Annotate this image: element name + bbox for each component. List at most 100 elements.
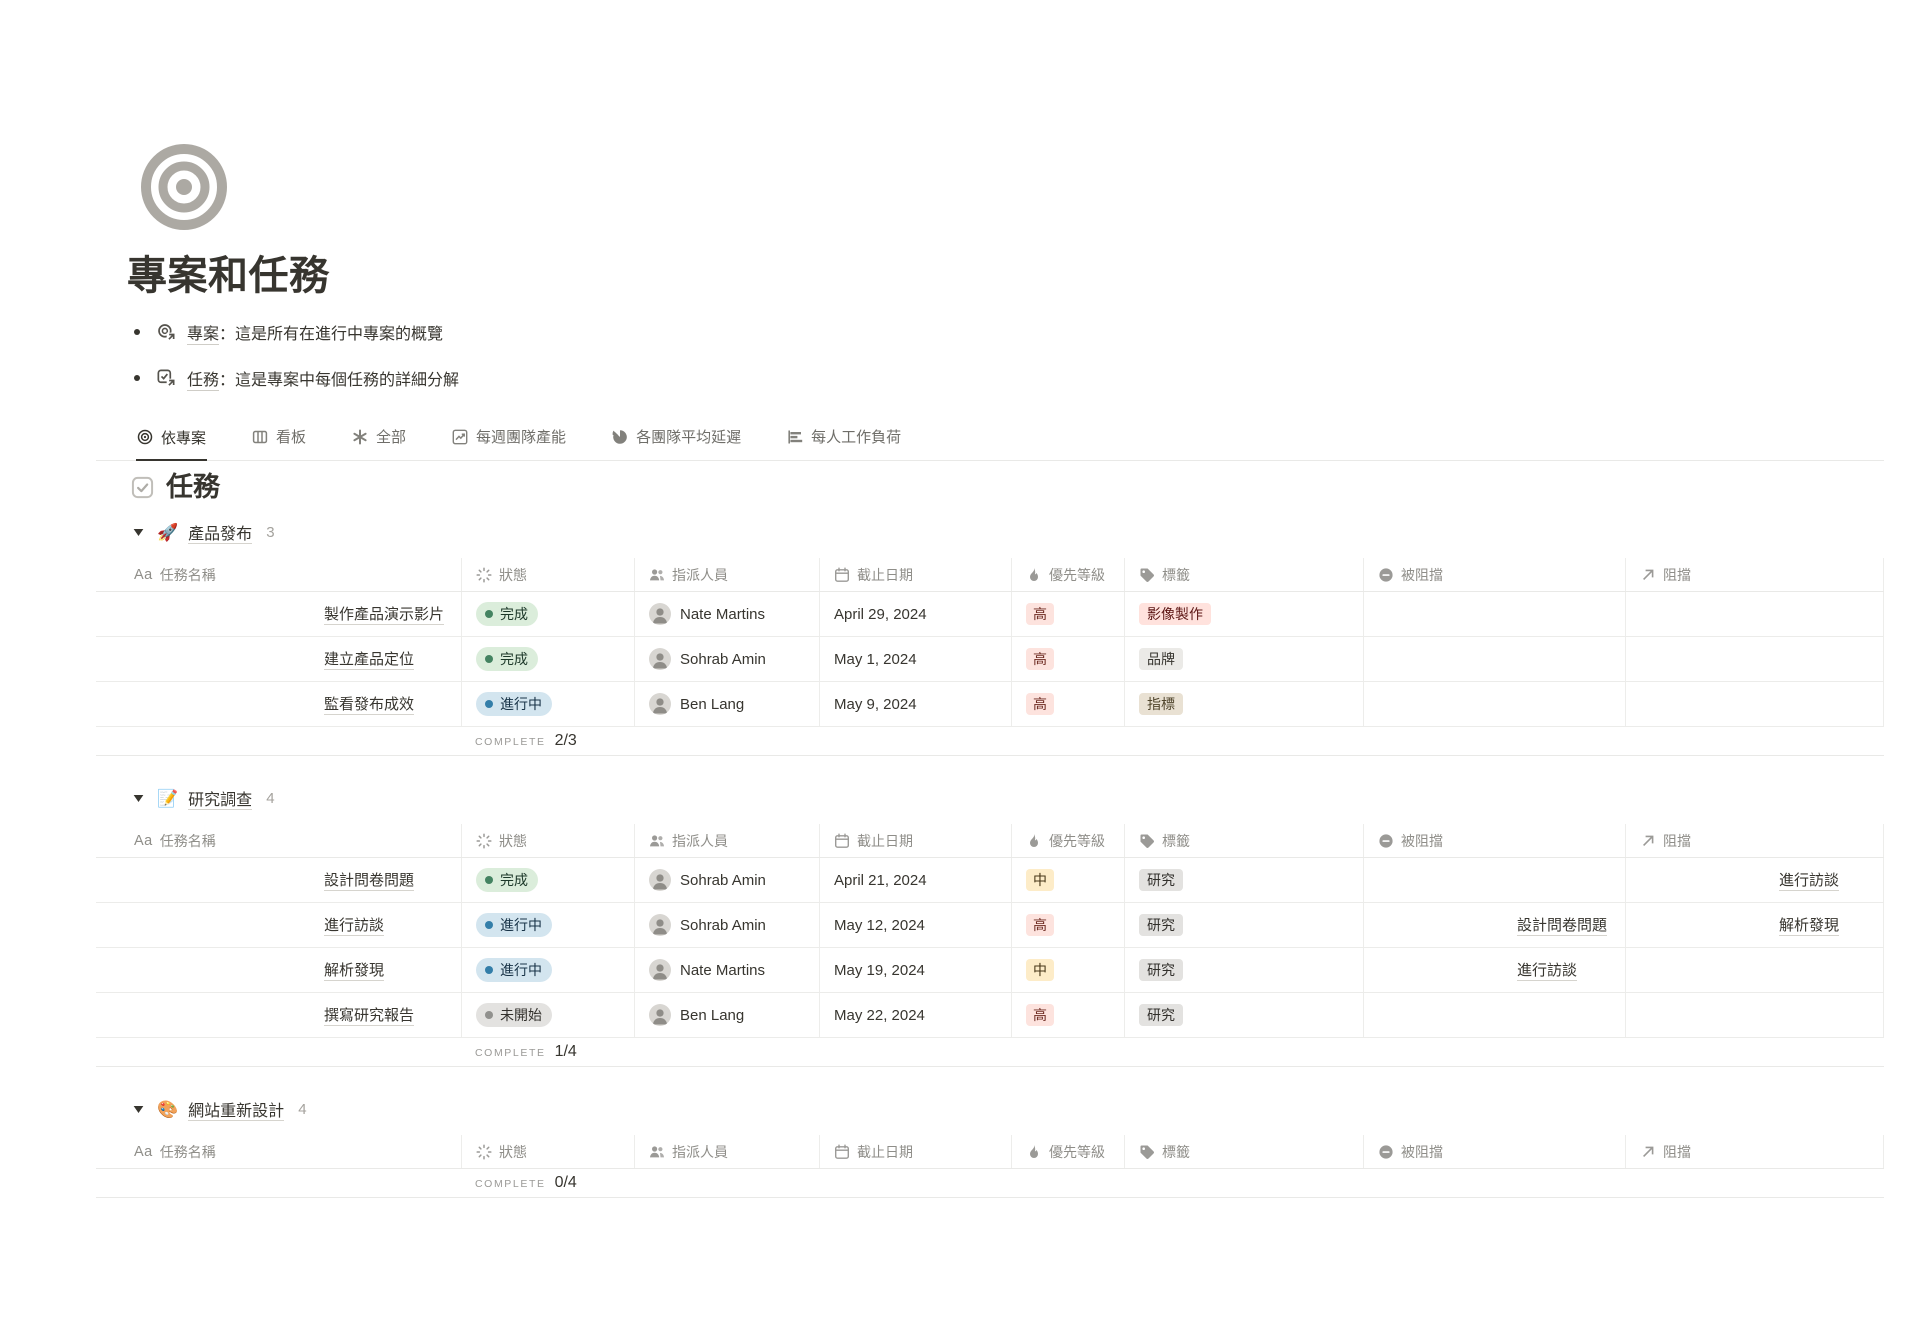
cell-status[interactable]: 進行中 bbox=[461, 903, 634, 947]
cell-tags[interactable]: 品牌 bbox=[1124, 637, 1363, 681]
cell-blocking[interactable]: 解析發現 bbox=[1625, 903, 1884, 947]
tasks-link[interactable]: 任務 bbox=[187, 366, 219, 391]
page-bullseye-icon[interactable] bbox=[140, 143, 228, 231]
column-header-3[interactable]: 截止日期 bbox=[819, 824, 1011, 857]
cell-blocked-by[interactable] bbox=[1363, 592, 1625, 636]
cell-priority[interactable]: 高 bbox=[1011, 637, 1124, 681]
group-toggle[interactable] bbox=[131, 794, 145, 803]
cell-tags[interactable]: 影像製作 bbox=[1124, 592, 1363, 636]
cell-assignee[interactable]: Sohrab Amin bbox=[634, 903, 819, 947]
complete-row[interactable]: COMPLETE 0/4 bbox=[96, 1169, 1884, 1198]
cell-task-name[interactable]: 監看發布成效 bbox=[96, 682, 461, 726]
cell-due-date[interactable]: April 21, 2024 bbox=[819, 858, 1011, 902]
column-header-7[interactable]: 阻擋 bbox=[1625, 1135, 1884, 1168]
cell-status[interactable]: 進行中 bbox=[461, 948, 634, 992]
group-name[interactable]: 網站重新設計 bbox=[188, 1097, 284, 1121]
cell-status[interactable]: 未開始 bbox=[461, 993, 634, 1037]
complete-row[interactable]: COMPLETE 2/3 bbox=[96, 727, 1884, 756]
cell-status[interactable]: 完成 bbox=[461, 592, 634, 636]
relation-item[interactable]: 進行訪談 bbox=[1378, 959, 1577, 981]
column-header-6[interactable]: 被阻擋 bbox=[1363, 558, 1625, 591]
cell-blocked-by[interactable]: 設計問卷問題 bbox=[1363, 903, 1625, 947]
group-name[interactable]: 產品發布 bbox=[188, 520, 252, 544]
cell-assignee[interactable]: Ben Lang bbox=[634, 993, 819, 1037]
cell-priority[interactable]: 高 bbox=[1011, 993, 1124, 1037]
cell-assignee[interactable]: Sohrab Amin bbox=[634, 637, 819, 681]
column-header-0[interactable]: Aa任務名稱 bbox=[96, 1135, 461, 1168]
cell-priority[interactable]: 中 bbox=[1011, 858, 1124, 902]
column-header-4[interactable]: 優先等級 bbox=[1011, 1135, 1124, 1168]
column-header-6[interactable]: 被阻擋 bbox=[1363, 1135, 1625, 1168]
cell-blocked-by[interactable] bbox=[1363, 993, 1625, 1037]
column-header-1[interactable]: 狀態 bbox=[461, 558, 634, 591]
relation-item[interactable]: 進行訪談 bbox=[1640, 869, 1839, 891]
cell-blocking[interactable] bbox=[1625, 637, 1884, 681]
cell-task-name[interactable]: 進行訪談 bbox=[96, 903, 461, 947]
cell-blocked-by[interactable] bbox=[1363, 682, 1625, 726]
cell-priority[interactable]: 高 bbox=[1011, 903, 1124, 947]
column-header-6[interactable]: 被阻擋 bbox=[1363, 824, 1625, 857]
cell-blocked-by[interactable] bbox=[1363, 637, 1625, 681]
relation-item[interactable]: 解析發現 bbox=[1640, 914, 1839, 936]
tab-0[interactable]: 依專案 bbox=[136, 414, 207, 461]
cell-tags[interactable]: 指標 bbox=[1124, 682, 1363, 726]
column-header-7[interactable]: 阻擋 bbox=[1625, 558, 1884, 591]
column-header-2[interactable]: 指派人員 bbox=[634, 558, 819, 591]
cell-tags[interactable]: 研究 bbox=[1124, 993, 1363, 1037]
cell-priority[interactable]: 高 bbox=[1011, 682, 1124, 726]
column-header-1[interactable]: 狀態 bbox=[461, 824, 634, 857]
cell-assignee[interactable]: Sohrab Amin bbox=[634, 858, 819, 902]
cell-blocking[interactable] bbox=[1625, 948, 1884, 992]
projects-link[interactable]: 專案 bbox=[187, 320, 219, 345]
column-header-7[interactable]: 阻擋 bbox=[1625, 824, 1884, 857]
column-header-3[interactable]: 截止日期 bbox=[819, 1135, 1011, 1168]
column-header-4[interactable]: 優先等級 bbox=[1011, 824, 1124, 857]
cell-priority[interactable]: 中 bbox=[1011, 948, 1124, 992]
cell-status[interactable]: 完成 bbox=[461, 637, 634, 681]
cell-task-name[interactable]: 撰寫研究報告 bbox=[96, 993, 461, 1037]
column-header-4[interactable]: 優先等級 bbox=[1011, 558, 1124, 591]
cell-status[interactable]: 進行中 bbox=[461, 682, 634, 726]
cell-assignee[interactable]: Ben Lang bbox=[634, 682, 819, 726]
tab-3[interactable]: 每週團隊產能 bbox=[451, 414, 567, 460]
cell-blocking[interactable]: 進行訪談 bbox=[1625, 858, 1884, 902]
cell-task-name[interactable]: 解析發現 bbox=[96, 948, 461, 992]
cell-status[interactable]: 完成 bbox=[461, 858, 634, 902]
column-header-5[interactable]: 標籤 bbox=[1124, 1135, 1363, 1168]
group-toggle[interactable] bbox=[131, 1105, 145, 1114]
cell-due-date[interactable]: May 19, 2024 bbox=[819, 948, 1011, 992]
column-header-2[interactable]: 指派人員 bbox=[634, 1135, 819, 1168]
cell-blocked-by[interactable]: 進行訪談 bbox=[1363, 948, 1625, 992]
cell-blocking[interactable] bbox=[1625, 592, 1884, 636]
cell-blocking[interactable] bbox=[1625, 993, 1884, 1037]
column-header-2[interactable]: 指派人員 bbox=[634, 824, 819, 857]
cell-due-date[interactable]: May 9, 2024 bbox=[819, 682, 1011, 726]
cell-tags[interactable]: 研究 bbox=[1124, 858, 1363, 902]
column-header-0[interactable]: Aa任務名稱 bbox=[96, 558, 461, 591]
tab-5[interactable]: 每人工作負荷 bbox=[786, 414, 902, 460]
cell-tags[interactable]: 研究 bbox=[1124, 903, 1363, 947]
column-header-5[interactable]: 標籤 bbox=[1124, 558, 1363, 591]
cell-due-date[interactable]: May 1, 2024 bbox=[819, 637, 1011, 681]
tab-2[interactable]: 全部 bbox=[351, 414, 407, 460]
column-header-5[interactable]: 標籤 bbox=[1124, 824, 1363, 857]
cell-due-date[interactable]: April 29, 2024 bbox=[819, 592, 1011, 636]
cell-due-date[interactable]: May 22, 2024 bbox=[819, 993, 1011, 1037]
cell-assignee[interactable]: Nate Martins bbox=[634, 592, 819, 636]
cell-task-name[interactable]: 製作產品演示影片 bbox=[96, 592, 461, 636]
cell-due-date[interactable]: May 12, 2024 bbox=[819, 903, 1011, 947]
cell-task-name[interactable]: 建立產品定位 bbox=[96, 637, 461, 681]
column-header-3[interactable]: 截止日期 bbox=[819, 558, 1011, 591]
cell-tags[interactable]: 研究 bbox=[1124, 948, 1363, 992]
cell-blocked-by[interactable] bbox=[1363, 858, 1625, 902]
cell-assignee[interactable]: Nate Martins bbox=[634, 948, 819, 992]
group-toggle[interactable] bbox=[131, 528, 145, 537]
cell-blocking[interactable] bbox=[1625, 682, 1884, 726]
group-name[interactable]: 研究調查 bbox=[188, 786, 252, 810]
column-header-0[interactable]: Aa任務名稱 bbox=[96, 824, 461, 857]
column-header-1[interactable]: 狀態 bbox=[461, 1135, 634, 1168]
relation-item[interactable]: 設計問卷問題 bbox=[1378, 914, 1607, 936]
complete-row[interactable]: COMPLETE 1/4 bbox=[96, 1038, 1884, 1067]
tab-1[interactable]: 看板 bbox=[251, 414, 307, 460]
cell-priority[interactable]: 高 bbox=[1011, 592, 1124, 636]
